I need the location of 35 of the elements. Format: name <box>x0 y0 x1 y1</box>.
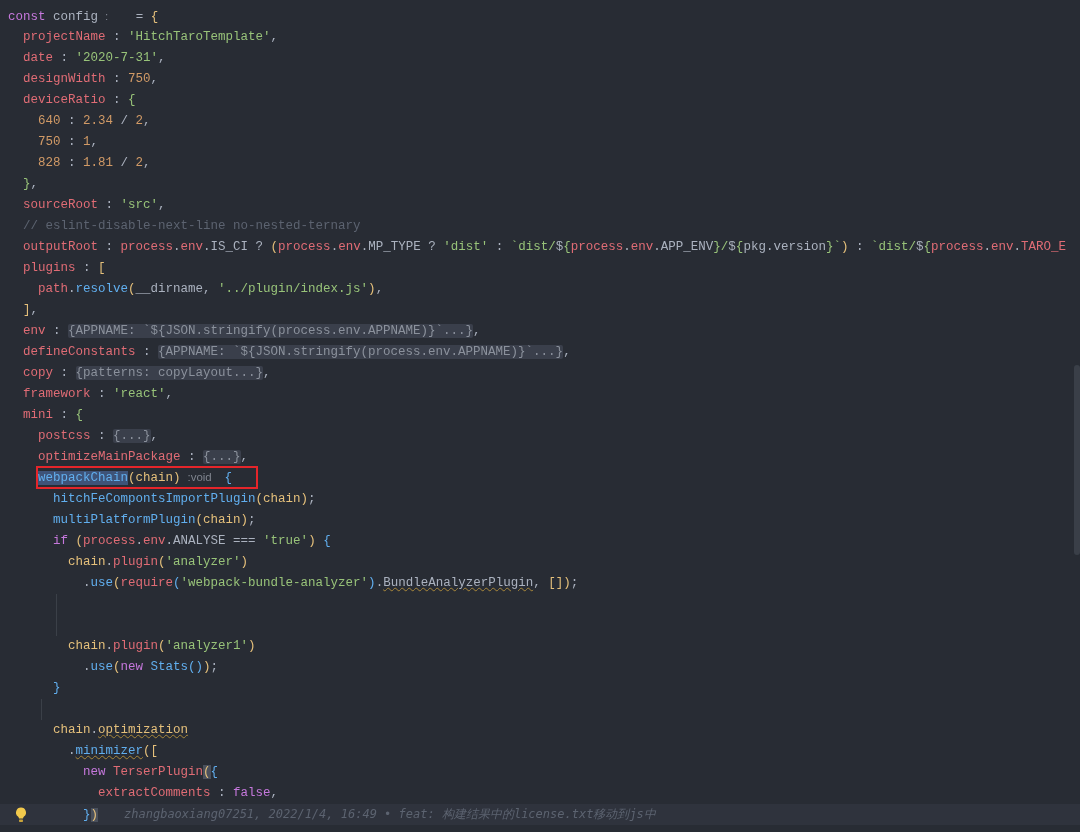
lightbulb-icon[interactable] <box>15 807 27 823</box>
code-line: defineConstants : {APPNAME: `${JSON.stringify(process.env.APPNAME)}`...}, <box>23 344 571 361</box>
code-line: } <box>53 680 61 697</box>
code-line: .use(require('webpack-bundle-analyzer').BundleAnalyzerPlugin, []); <box>83 575 579 592</box>
code-line: 828 : 1.81 / 2, <box>38 155 151 172</box>
code-line: chain.plugin('analyzer') <box>68 554 249 571</box>
code-line: webpackChain(chain) :void { <box>38 468 256 487</box>
code-line: date : '2020-7-31', <box>23 50 166 67</box>
code-line: }) <box>83 807 99 824</box>
code-line: chain.optimization <box>53 722 189 739</box>
code-line: framework : 'react', <box>23 386 174 403</box>
code-line: if (process.env.ANALYSE === 'true') { <box>53 533 331 550</box>
code-line: sourceRoot : 'src', <box>23 197 166 214</box>
code-line: new TerserPlugin({ <box>83 764 219 781</box>
code-line: designWidth : 750, <box>23 71 159 88</box>
code-line: path.resolve(__dirname, '../plugin/index.js'), <box>38 281 384 298</box>
code-line: .use(new Stats()); <box>83 659 219 676</box>
code-line: extractComments : false, <box>98 785 279 802</box>
code-line: 640 : 2.34 / 2, <box>38 113 151 130</box>
code-line: projectName : 'HitchTaroTemplate', <box>23 29 279 46</box>
code-line: plugins : [ <box>23 260 106 277</box>
code-line: optimizeMainPackage : {...}, <box>38 449 249 466</box>
code-line: // eslint-disable-next-line no-nested-ternary <box>23 218 361 235</box>
code-line: outputRoot : process.env.IS_CI ? (process.env.MP_TYPE ? 'dist' : `dist/${process.env.APP_ENV}/${pkg.version}`) : `dist/${process.env.TARO_E <box>23 239 1067 256</box>
code-line: }, <box>23 176 39 193</box>
code-line: 750 : 1, <box>38 134 99 151</box>
code-line: const config : = { <box>8 9 159 26</box>
code-line: hitchFeCompontsImportPlugin(chain); <box>53 491 316 508</box>
code-line: postcss : {...}, <box>38 428 159 445</box>
code-line: .minimizer([ <box>68 743 159 760</box>
code-line: deviceRatio : { <box>23 92 136 109</box>
code-line: ], <box>23 302 39 319</box>
code-line: chain.plugin('analyzer1') <box>68 638 256 655</box>
code-line: multiPlatformPlugin(chain); <box>53 512 256 529</box>
code-line: mini : { <box>23 407 84 424</box>
